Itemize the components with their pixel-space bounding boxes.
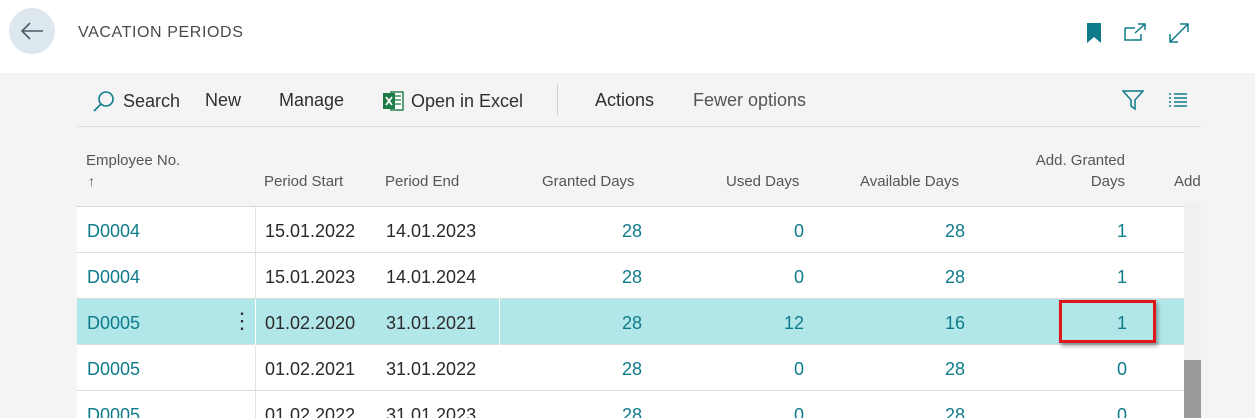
row-separator — [255, 253, 256, 299]
fewer-options-label: Fewer options — [693, 90, 807, 110]
open-in-excel-button[interactable]: Open in Excel — [382, 90, 523, 112]
actions-menu[interactable]: Actions — [595, 90, 654, 111]
column-header-period-end[interactable]: Period End — [385, 171, 459, 192]
row-actions-menu-icon[interactable]: ⋮ — [231, 308, 253, 334]
available-days-cell[interactable]: 28 — [897, 266, 965, 288]
employee-no-cell[interactable]: D0004 — [87, 220, 140, 242]
period-end-cell: 14.01.2023 — [386, 221, 477, 241]
granted-days-cell[interactable]: 28 — [577, 266, 642, 288]
column-header-employee-no[interactable]: Employee No. ↑ — [86, 150, 180, 192]
sort-ascending-icon: ↑ — [88, 173, 95, 189]
used-days-cell[interactable]: 0 — [737, 266, 804, 288]
used-days-cell[interactable]: 12 — [737, 312, 804, 334]
fewer-options-button[interactable]: Fewer options — [693, 90, 806, 111]
action-divider — [557, 84, 558, 115]
column-header-used-days[interactable]: Used Days — [726, 171, 799, 192]
manage-button[interactable]: Manage — [279, 90, 344, 111]
period-end-cell: 31.01.2022 — [386, 359, 477, 379]
available-days-cell[interactable]: 28 — [897, 404, 965, 418]
vertical-scrollbar-thumb[interactable] — [1184, 360, 1201, 418]
add-granted-days-cell[interactable]: 1 — [1067, 266, 1127, 288]
row-separator — [255, 207, 256, 253]
grid-header: Employee No. ↑ Period Start Period End G… — [77, 127, 1201, 207]
granted-days-cell[interactable]: 28 — [577, 312, 642, 334]
add-granted-days-cell[interactable]: 0 — [1067, 404, 1127, 418]
employee-no-cell[interactable]: D0004 — [87, 266, 140, 288]
search-label: Search — [123, 90, 181, 111]
open-new-window-icon[interactable] — [1123, 22, 1147, 42]
filter-icon[interactable] — [1122, 89, 1144, 111]
period-start-cell: 15.01.2022 — [265, 221, 356, 241]
granted-days-cell[interactable]: 28 — [577, 220, 642, 242]
row-separator — [255, 299, 256, 345]
column-header-add-granted-days[interactable]: Add. Granted Days — [1017, 150, 1125, 192]
table-row[interactable]: D0004 15.01.2023 14.01.2024 28 0 28 1 — [77, 253, 1184, 299]
add-granted-days-cell[interactable]: 1 — [1067, 220, 1127, 242]
table-row-selected[interactable]: D0005 ⋮ 01.02.2020 31.01.2021 28 12 16 1 — [77, 299, 1184, 345]
highlight-annotation-box — [1059, 300, 1156, 343]
table-row[interactable]: D0004 15.01.2022 14.01.2023 28 0 28 1 — [77, 207, 1184, 253]
period-start-cell: 01.02.2021 — [265, 359, 356, 379]
row-separator — [499, 299, 500, 345]
employee-no-cell[interactable]: D0005 — [87, 312, 140, 334]
column-label-employee-no: Employee No. — [86, 152, 181, 169]
employee-no-cell[interactable]: D0005 — [87, 404, 140, 418]
used-days-cell[interactable]: 0 — [737, 220, 804, 242]
search-button[interactable]: Search — [92, 90, 180, 112]
column-label-add-granted-line2: Days — [1090, 173, 1125, 190]
actions-label: Actions — [595, 90, 655, 110]
list-view-icon[interactable] — [1168, 91, 1188, 109]
table-row[interactable]: D0005 01.02.2022 31.01.2023 28 0 28 0 — [77, 391, 1184, 418]
period-end-cell: 14.01.2024 — [386, 267, 477, 287]
period-end-cell: 31.01.2023 — [386, 405, 477, 418]
new-label: New — [205, 90, 242, 110]
period-end-cell: 31.01.2021 — [386, 313, 477, 333]
available-days-cell[interactable]: 28 — [897, 220, 965, 242]
period-start-cell: 01.02.2020 — [265, 313, 356, 333]
granted-days-cell[interactable]: 28 — [577, 404, 642, 418]
manage-label: Manage — [279, 90, 345, 110]
bookmark-icon[interactable] — [1086, 22, 1102, 44]
open-in-excel-label: Open in Excel — [411, 90, 524, 111]
column-header-period-start[interactable]: Period Start — [264, 171, 343, 192]
row-separator — [255, 391, 256, 418]
granted-days-cell[interactable]: 28 — [577, 358, 642, 380]
employee-no-cell[interactable]: D0005 — [87, 358, 140, 380]
table-row[interactable]: D0005 01.02.2021 31.01.2022 28 0 28 0 — [77, 345, 1184, 391]
row-separator — [255, 345, 256, 391]
column-label-add-granted-line1: Add. Granted — [1035, 152, 1125, 169]
title-bar: VACATION PERIODS — [0, 0, 1255, 73]
add-granted-days-cell[interactable]: 0 — [1067, 358, 1127, 380]
available-days-cell[interactable]: 28 — [897, 358, 965, 380]
used-days-cell[interactable]: 0 — [737, 358, 804, 380]
action-bar: Search New Manage Open in Excel Actions … — [77, 73, 1201, 127]
available-days-cell[interactable]: 16 — [897, 312, 965, 334]
used-days-cell[interactable]: 0 — [737, 404, 804, 418]
page-title: VACATION PERIODS — [78, 24, 244, 41]
period-start-cell: 01.02.2022 — [265, 405, 356, 418]
expand-icon[interactable] — [1167, 21, 1191, 45]
column-header-granted-days[interactable]: Granted Days — [542, 171, 635, 192]
period-start-cell: 15.01.2023 — [265, 267, 356, 287]
new-button[interactable]: New — [205, 90, 241, 111]
search-icon — [93, 91, 114, 112]
back-arrow-icon — [20, 22, 43, 40]
excel-icon — [383, 91, 404, 111]
back-button[interactable] — [9, 8, 55, 54]
column-header-add-truncated[interactable]: Add — [1174, 171, 1201, 192]
column-header-available-days[interactable]: Available Days — [860, 171, 959, 192]
vacation-periods-grid: Employee No. ↑ Period Start Period End G… — [77, 127, 1201, 418]
